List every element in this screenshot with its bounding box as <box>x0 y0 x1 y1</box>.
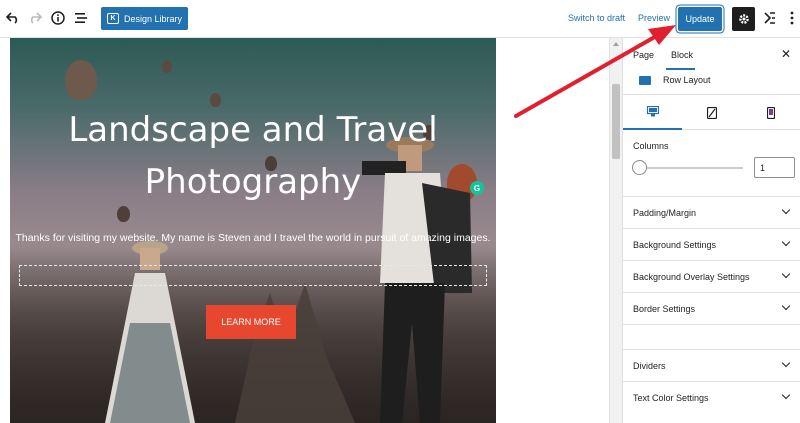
columns-label: Columns <box>633 141 669 151</box>
panel-label: Background Settings <box>633 240 717 250</box>
settings-sidebar: Page Block ✕ Row Layout Columns 1 Paddin… <box>622 38 800 423</box>
balloon-image <box>65 60 97 100</box>
balloon-image <box>162 60 172 73</box>
chevron-down-icon <box>781 301 791 311</box>
desktop-icon[interactable] <box>623 95 682 130</box>
panel-label: Padding/Margin <box>633 208 697 218</box>
update-button[interactable]: Update <box>678 7 722 31</box>
block-card: Row Layout <box>623 70 800 94</box>
hero-row-block[interactable]: Landscape and Travel Photography G Thank… <box>10 38 496 423</box>
info-icon[interactable] <box>49 9 67 27</box>
columns-slider-handle[interactable] <box>632 160 647 175</box>
woman-silhouette-image <box>105 241 195 423</box>
panel-label: Border Settings <box>633 304 696 314</box>
hero-title[interactable]: Landscape and Travel Photography <box>10 104 496 208</box>
sidebar-tabs: Page Block ✕ <box>623 38 800 70</box>
list-view-icon[interactable] <box>72 9 90 27</box>
learn-more-button[interactable]: LEARN MORE <box>206 305 296 339</box>
close-icon[interactable]: ✕ <box>781 47 791 61</box>
kadence-icon: K <box>107 13 119 24</box>
preview-button[interactable]: Preview <box>638 13 670 23</box>
panel-dividers[interactable]: Dividers <box>623 349 800 381</box>
design-library-label: Design Library <box>124 13 183 24</box>
row-layout-icon <box>639 76 651 85</box>
design-library-button[interactable]: K Design Library <box>101 7 188 30</box>
hero-title-line1: Landscape and Travel <box>68 110 438 150</box>
panel-label: Background Overlay Settings <box>633 272 750 282</box>
editor-canvas: Landscape and Travel Photography G Thank… <box>0 38 622 423</box>
scroll-up-arrow-icon[interactable] <box>613 42 619 46</box>
more-options-icon[interactable] <box>783 9 800 27</box>
grammarly-icon[interactable]: G <box>470 181 484 195</box>
editor-toolbar: K Design Library Switch to draft Preview… <box>0 0 800 38</box>
panel-label: Dividers <box>633 361 666 371</box>
empty-block-placeholder[interactable] <box>19 265 487 286</box>
columns-input[interactable]: 1 <box>754 157 795 178</box>
tablet-icon[interactable] <box>682 95 741 130</box>
panel-padding-margin[interactable]: Padding/Margin <box>623 196 800 228</box>
chevron-down-icon <box>781 390 791 400</box>
block-name: Row Layout <box>663 75 711 85</box>
panel-divider <box>623 324 800 349</box>
hero-title-line2: Photography <box>144 162 362 202</box>
panel-label: Text Color Settings <box>633 393 709 403</box>
mobile-icon[interactable] <box>741 95 800 130</box>
chevron-down-icon <box>781 205 791 215</box>
switch-to-draft-button[interactable]: Switch to draft <box>568 13 625 23</box>
chevron-down-icon <box>781 269 791 279</box>
balloon-image <box>117 206 130 222</box>
scrollbar-thumb[interactable] <box>612 84 620 159</box>
canvas-scrollbar[interactable] <box>609 38 622 423</box>
panel-text-color-settings[interactable]: Text Color Settings <box>623 381 800 413</box>
redo-icon[interactable] <box>26 9 44 27</box>
chevron-down-icon <box>781 358 791 368</box>
undo-icon[interactable] <box>4 9 22 27</box>
hero-subtitle[interactable]: Thanks for visiting my website. My name … <box>10 232 496 244</box>
device-tabs <box>623 94 800 130</box>
columns-slider-track[interactable] <box>639 167 743 169</box>
tab-block[interactable]: Block <box>671 50 693 60</box>
kadence-toolbar-icon[interactable] <box>761 9 779 27</box>
panel-background-settings[interactable]: Background Settings <box>623 228 800 260</box>
tab-page[interactable]: Page <box>633 50 654 60</box>
panel-border-settings[interactable]: Border Settings <box>623 292 800 324</box>
panel-background-overlay-settings[interactable]: Background Overlay Settings <box>623 260 800 292</box>
settings-gear-icon[interactable] <box>732 7 755 31</box>
chevron-down-icon <box>781 237 791 247</box>
